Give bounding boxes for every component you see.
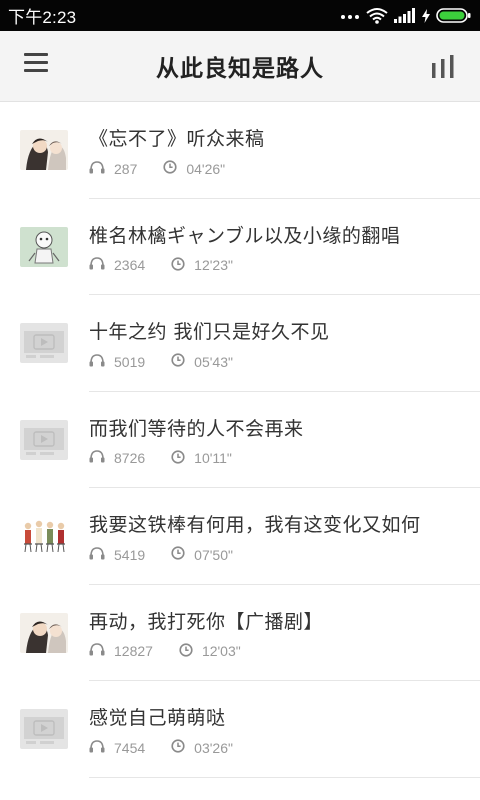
episode-meta: 7454 03'26" <box>89 739 233 756</box>
signal-icon <box>394 8 415 23</box>
episode-title: 而我们等待的人不会再来 <box>89 417 304 440</box>
duration: 12'03" <box>201 643 241 659</box>
clock-icon <box>179 642 193 660</box>
wifi-icon <box>366 8 388 24</box>
duration: 12'23" <box>194 257 233 273</box>
status-time: 下午2:23 <box>8 8 77 27</box>
episode-meta: 5019 05'43" <box>89 353 233 370</box>
play-count: 287 <box>114 160 138 177</box>
episode-thumbnail <box>20 516 68 556</box>
episode-thumbnail <box>20 709 68 749</box>
episode-thumbnail <box>20 226 68 267</box>
episode-title: 十年之约 我们只是好久不见 <box>89 321 330 343</box>
play-count: 2364 <box>114 257 146 273</box>
play-count: 12827 <box>114 643 153 659</box>
list-item[interactable]: 感觉自己萌萌哒 7454 03'26" <box>0 681 480 778</box>
headphones-icon <box>89 257 105 273</box>
episode-meta: 8726 10'11" <box>89 449 232 467</box>
episode-thumbnail <box>20 323 68 363</box>
headphones-icon <box>89 160 105 177</box>
list-item[interactable]: 十年之约 我们只是好久不见 5019 05'43" <box>0 295 480 392</box>
episode-meta: 2364 12'23" <box>89 256 233 274</box>
clock-icon <box>171 353 185 370</box>
bar-chart-icon[interactable] <box>430 54 456 80</box>
status-bar: 下午2:23 <box>0 0 480 31</box>
list-item[interactable]: 再动，我打死你【广播剧】 12827 12'03" <box>0 585 480 681</box>
list-item[interactable]: 椎名林檎ギャンブル以及小缘的翻唱 2364 12'23" <box>0 199 480 295</box>
charging-icon <box>422 8 430 23</box>
clock-icon <box>163 160 177 177</box>
duration: 03'26" <box>194 739 233 756</box>
play-count: 5419 <box>114 546 146 563</box>
duration: 05'43" <box>194 353 233 370</box>
status-icons <box>340 7 472 24</box>
page-title: 从此良知是路人 <box>156 56 324 82</box>
headphones-icon <box>89 643 105 659</box>
clock-icon <box>171 739 185 756</box>
duration: 10'11" <box>194 450 232 466</box>
episode-meta: 12827 12'03" <box>89 642 241 660</box>
clock-icon <box>171 449 185 467</box>
play-count: 8726 <box>114 450 146 466</box>
list-item[interactable]: 而我们等待的人不会再来 8726 10'11" <box>0 392 480 488</box>
more-dots-icon <box>341 14 359 19</box>
headphones-icon <box>89 546 105 563</box>
episode-list: 《忘不了》听众来稿 287 04'26" 椎名林檎ギャンブル以及小缘的翻唱 2364 12… <box>0 102 480 778</box>
episode-title: 再动，我打死你【广播剧】 <box>89 610 324 633</box>
battery-icon <box>436 8 471 23</box>
clock-icon <box>171 546 185 563</box>
play-count: 7454 <box>114 739 146 756</box>
episode-thumbnail <box>20 419 68 460</box>
headphones-icon <box>89 739 105 756</box>
headphones-icon <box>89 353 105 370</box>
episode-title: 感觉自己萌萌哒 <box>89 707 226 729</box>
duration: 04'26" <box>186 160 226 177</box>
episode-title: 我要这铁棒有何用，我有这变化又如何 <box>89 514 421 536</box>
episode-thumbnail <box>20 130 68 170</box>
row-divider <box>89 776 480 778</box>
play-count: 5019 <box>114 353 146 370</box>
list-item[interactable]: 《忘不了》听众来稿 287 04'26" <box>0 102 480 199</box>
clock-icon <box>171 256 185 274</box>
episode-meta: 287 04'26" <box>89 160 225 177</box>
episode-thumbnail <box>20 612 68 653</box>
app-bar: 从此良知是路人 <box>0 31 480 102</box>
list-item[interactable]: 我要这铁棒有何用，我有这变化又如何 5419 07'50" <box>0 488 480 585</box>
episode-meta: 5419 07'50" <box>89 546 233 563</box>
hamburger-menu-icon[interactable] <box>24 53 50 79</box>
episode-title: 《忘不了》听众来稿 <box>89 128 265 150</box>
episode-title: 椎名林檎ギャンブル以及小缘的翻唱 <box>89 224 401 247</box>
headphones-icon <box>89 450 105 466</box>
duration: 07'50" <box>194 546 233 563</box>
